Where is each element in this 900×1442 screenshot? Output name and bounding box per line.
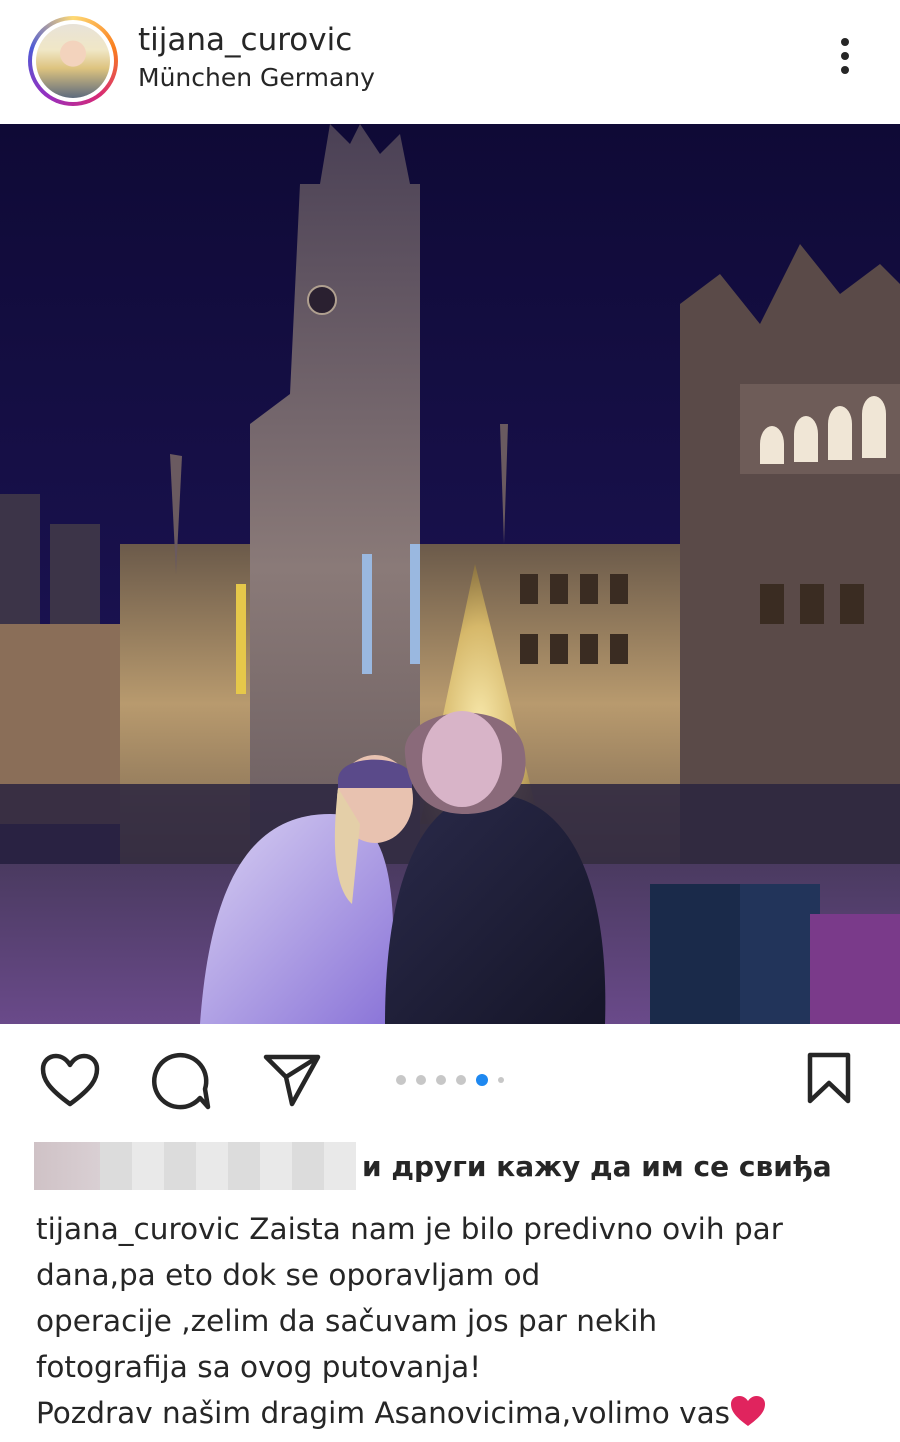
avatar-photo bbox=[36, 24, 110, 98]
carousel-dot bbox=[416, 1075, 426, 1085]
caption-text: dana,pa eto dok se oporavljam od bbox=[36, 1258, 541, 1292]
caption-username[interactable]: tijana_curovic bbox=[36, 1212, 240, 1246]
post-header: tijana_curovic München Germany bbox=[0, 0, 900, 124]
carousel-dot bbox=[396, 1075, 406, 1085]
likes-text: и други кажу да им се свиђа bbox=[362, 1150, 832, 1183]
avatar[interactable] bbox=[28, 16, 118, 106]
caption-text: operacije ,zelim da sačuvam jos par neki… bbox=[36, 1304, 658, 1338]
comment-icon[interactable] bbox=[150, 1051, 212, 1111]
heart-emoji-icon bbox=[731, 1396, 766, 1426]
location-link[interactable]: München Germany bbox=[138, 63, 375, 92]
caption-text: fotografija sa ovog putovanja! bbox=[36, 1350, 482, 1384]
post-caption: tijana_curovic Zaista nam je bilo prediv… bbox=[36, 1206, 876, 1436]
post-photo[interactable] bbox=[0, 124, 900, 1024]
carousel-dot bbox=[456, 1075, 466, 1085]
carousel-dot-active bbox=[476, 1074, 488, 1086]
more-vertical-icon[interactable] bbox=[832, 38, 858, 86]
carousel-dot bbox=[498, 1077, 504, 1083]
carousel-indicator bbox=[396, 1074, 504, 1086]
likes-row[interactable]: и други кажу да им се свиђа bbox=[34, 1134, 874, 1194]
blurred-liker-name bbox=[34, 1142, 100, 1190]
heart-icon[interactable] bbox=[40, 1053, 100, 1109]
caption-text: Zaista nam je bilo predivno ovih par bbox=[249, 1212, 783, 1246]
caption-text: Pozdrav našim dragim Asanovicima,volimo … bbox=[36, 1396, 731, 1430]
carousel-dot bbox=[436, 1075, 446, 1085]
bookmark-icon[interactable] bbox=[805, 1052, 853, 1104]
share-icon[interactable] bbox=[262, 1052, 322, 1108]
username-link[interactable]: tijana_curovic bbox=[138, 22, 352, 58]
blurred-liker-name bbox=[100, 1142, 356, 1190]
